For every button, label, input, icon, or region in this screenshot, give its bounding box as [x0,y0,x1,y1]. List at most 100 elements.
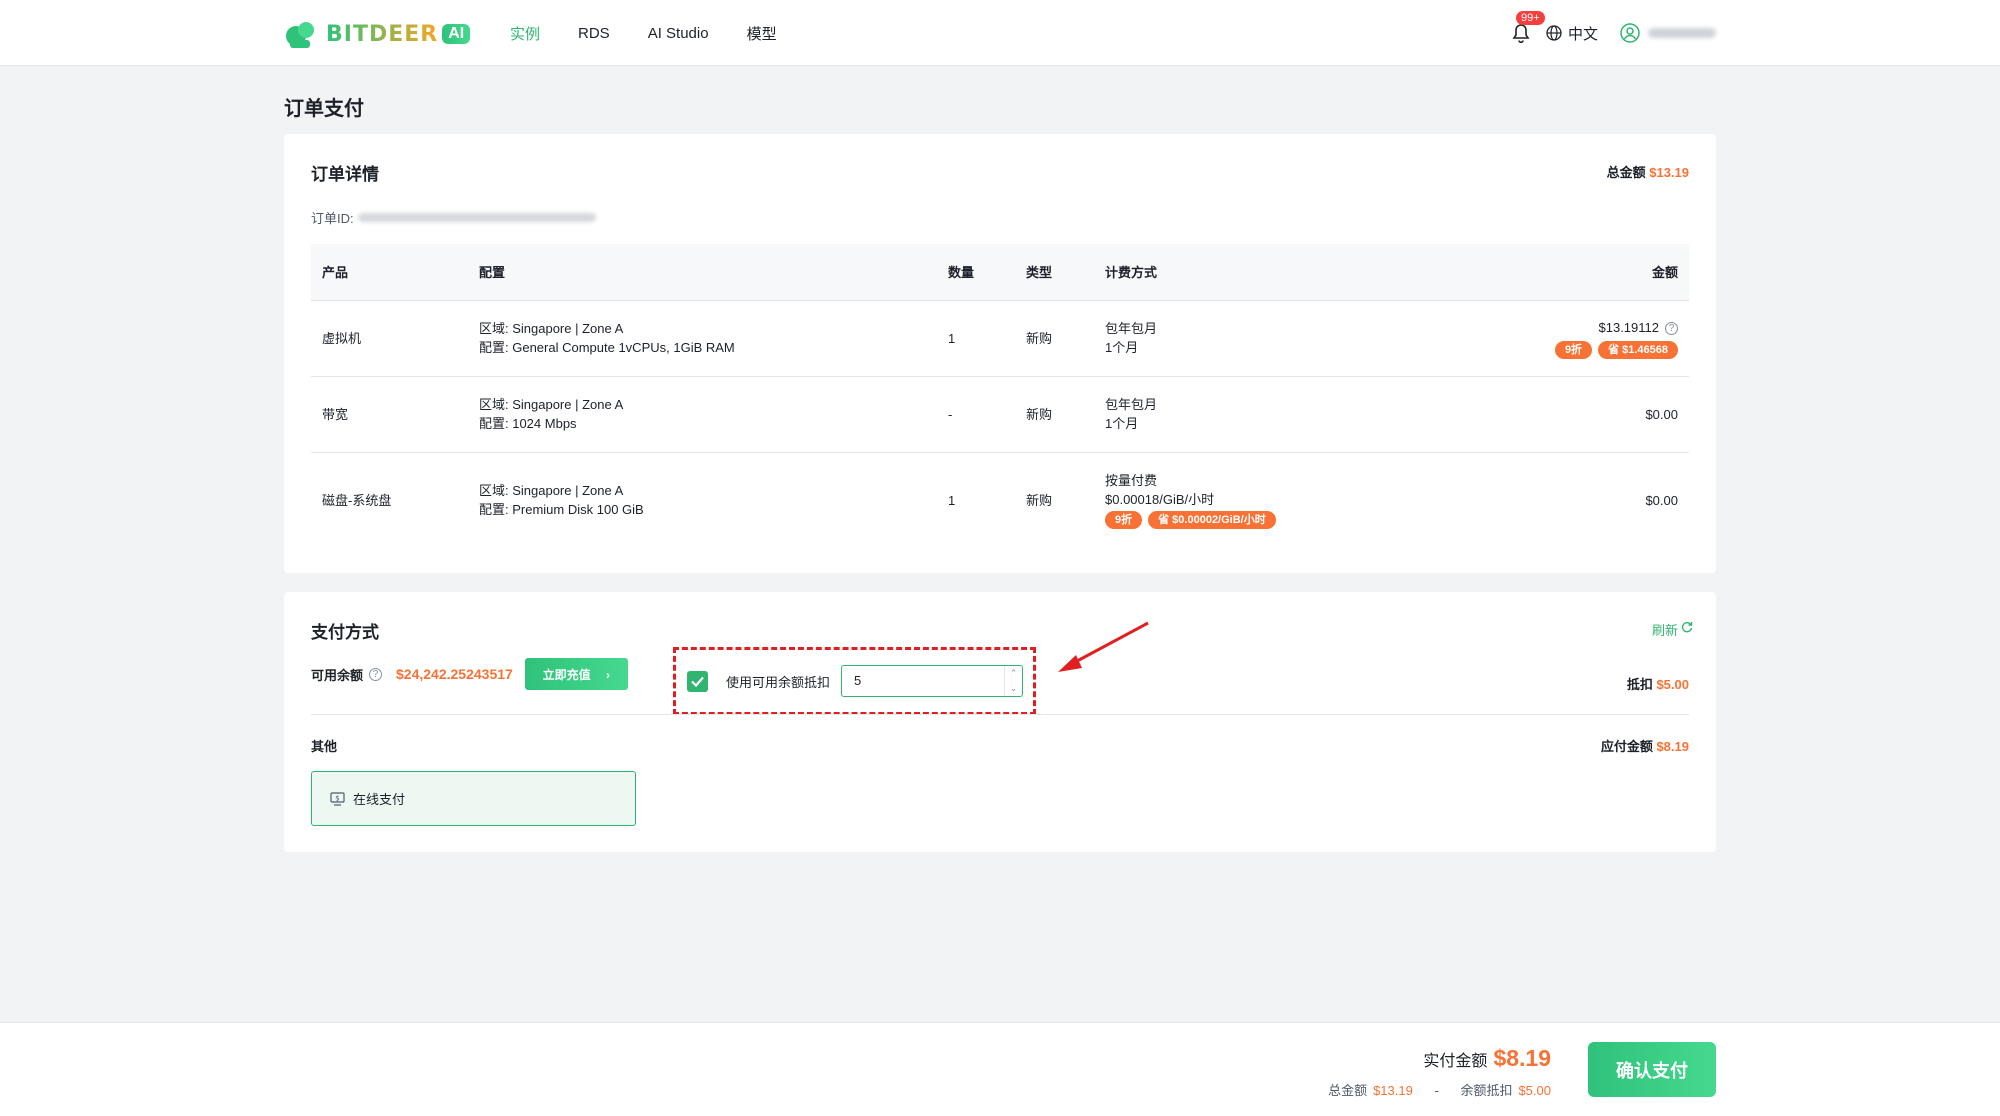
column-header: 配置 [468,244,937,301]
column-header: 数量 [937,244,1015,301]
discount-badge: 9折 [1105,511,1143,530]
billing-mode: 包年包月 [1105,321,1158,336]
balance-row: 可用余额 ? $24,242.25243517 立即充值 › [311,658,628,690]
order-total-label: 总金额 [1606,165,1646,180]
config-spec: 配置: Premium Disk 100 GiB [479,502,644,518]
billing-mode: 包年包月 [1105,397,1158,412]
breakdown-deduct-label: 余额抵扣 [1460,1083,1513,1098]
online-payment-option[interactable]: $ 在线支付 [311,771,636,826]
qty-cell: - [937,376,1015,453]
breakdown-minus: - [1434,1083,1439,1098]
refresh-button[interactable]: 刷新 [1651,620,1693,639]
amount-due-label: 应付金额 [1600,739,1653,754]
notification-count-badge: 99+ [1515,11,1545,25]
recharge-label: 立即充值 [542,667,591,682]
column-header: 计费方式 [1094,244,1304,301]
qty-cell: 1 [937,300,1015,377]
chevron-right-icon: › [605,667,610,682]
balance-value: $24,242.25243517 [396,666,513,682]
other-label: 其他 [311,739,338,754]
nav-models[interactable]: 模型 [747,23,777,44]
globe-icon [1546,25,1562,41]
logo-text: BITDEER [326,21,439,47]
help-icon[interactable]: ? [369,667,383,681]
actual-payment-value: $8.19 [1493,1045,1551,1071]
qty-cell: 1 [948,492,956,508]
amount-cell: $0.00 [1645,492,1678,508]
deduct-amount-input[interactable]: 5 ⌃ ⌄ [841,665,1023,697]
billing-cell: 按量付费 $0.00018/GiB/小时 9折省 $0.00002/GiB/小时 [1094,452,1304,548]
order-total: 总金额 $13.19 [1607,162,1689,181]
username-redacted [1648,28,1716,38]
logo-ai-badge: AI [442,24,471,44]
order-id: 订单ID: [311,208,596,227]
product-cell: 带宽 [311,376,468,453]
bitdeer-logo-icon [284,20,320,48]
user-menu[interactable] [1620,23,1716,43]
order-id-redacted [357,213,596,222]
product-cell: 虚拟机 [311,300,468,377]
svg-text:$: $ [335,794,339,802]
arrow-annotation-icon [1052,621,1152,680]
billing-mode: 按量付费 [1105,473,1158,489]
bell-icon [1512,24,1530,44]
breakdown-total-value: $13.19 [1373,1083,1413,1098]
config-cell: 区域: Singapore | Zone A 配置: General Compu… [468,300,937,377]
amount-due-value: $8.19 [1656,739,1689,754]
language-label: 中文 [1567,25,1598,43]
checkout-bar: 实付金额 $8.19 总金额 $13.19 - 余额抵扣 $5.00 确认支付 [0,1022,2000,1116]
use-balance-checkbox[interactable] [687,671,708,692]
column-header: 产品 [311,244,468,301]
type-cell: 新购 [1026,492,1053,508]
config-cell: 区域: Singapore | Zone A 配置: 1024 Mbps [468,376,937,453]
help-icon[interactable]: ? [1665,321,1678,335]
savings-badge: 省 $1.46568 [1598,340,1678,359]
user-avatar-icon [1620,23,1640,43]
use-balance-label: 使用可用余额抵扣 [726,675,831,690]
breakdown-deduct-value: $5.00 [1518,1083,1551,1098]
config-region: 区域: Singapore | Zone A [479,397,624,412]
nav-rds[interactable]: RDS [578,25,610,42]
refresh-icon [1681,621,1693,636]
notification-bell[interactable]: 99+ [1512,11,1545,44]
order-id-label: 订单ID: [311,211,354,226]
type-cell: 新购 [1015,376,1094,453]
deduct-summary: 抵扣 $5.00 [1627,674,1689,693]
nav-ai-studio[interactable]: AI Studio [648,25,709,42]
deduct-label: 抵扣 [1626,677,1653,692]
chevron-down-icon[interactable]: ⌄ [1005,681,1022,696]
top-navigation-bar: BITDEER AI 实例 RDS AI Studio 模型 99+ 中文 [0,0,2000,66]
page-title: 订单支付 [284,98,364,120]
order-details-title: 订单详情 [311,165,379,184]
chevron-up-icon[interactable]: ⌃ [1005,666,1022,681]
payment-method-card: 支付方式 刷新 可用余额 ? $24,242.25243517 立即充值 › 使… [284,592,1716,852]
discount-badge: 9折 [1554,340,1593,359]
online-payment-label: 在线支付 [353,792,406,807]
actual-payment-label: 实付金额 [1423,1053,1488,1070]
payment-breakdown: 总金额 $13.19 - 余额抵扣 $5.00 [1328,1080,1551,1099]
table-header-row: 产品 配置 数量 类型 计费方式 金额 [311,244,1689,301]
deduct-value: $5.00 [1656,677,1689,692]
main-nav: 实例 RDS AI Studio 模型 [510,0,815,66]
payment-method-title: 支付方式 [311,623,379,642]
recharge-button[interactable]: 立即充值 › [524,658,628,690]
header-right: 99+ 中文 [1512,0,1716,66]
confirm-payment-button[interactable]: 确认支付 [1588,1042,1716,1097]
language-switcher[interactable]: 中文 [1546,23,1598,44]
config-spec: 配置: General Compute 1vCPUs, 1GiB RAM [479,340,735,355]
amount-value: $13.19112 [1598,319,1660,335]
bitdeer-logo[interactable]: BITDEER AI [284,20,471,48]
config-cell: 区域: Singapore | Zone A 配置: Premium Disk … [468,452,937,548]
order-total-value: $13.19 [1649,165,1689,180]
number-stepper[interactable]: ⌃ ⌄ [1004,666,1022,696]
column-header: 类型 [1015,244,1094,301]
savings-badge: 省 $0.00002/GiB/小时 [1148,511,1276,530]
refresh-label: 刷新 [1651,623,1678,638]
checkmark-icon [691,676,704,688]
table-row: 磁盘-系统盘 区域: Singapore | Zone A 配置: Premiu… [311,452,1689,548]
order-items-table: 产品 配置 数量 类型 计费方式 金额 虚拟机 区域: Singapore | … [311,244,1689,548]
nav-instances[interactable]: 实例 [510,23,540,44]
table-row: 虚拟机 区域: Singapore | Zone A 配置: General C… [311,300,1689,377]
amount-due: 应付金额 $8.19 [1601,736,1689,755]
table-row: 带宽 区域: Singapore | Zone A 配置: 1024 Mbps … [311,376,1689,453]
